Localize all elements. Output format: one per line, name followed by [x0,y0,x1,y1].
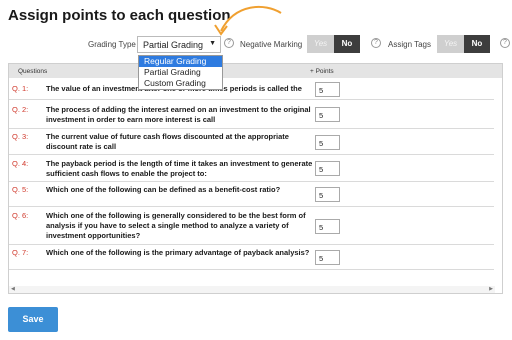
assign-tags-toggle[interactable]: Yes No [437,35,490,53]
question-text: Which one of the following is the primar… [46,248,310,257]
points-input[interactable]: 5 [315,135,340,150]
scroll-left-icon[interactable]: ◀ [11,286,15,292]
negative-marking-toggle[interactable]: Yes No [307,35,360,53]
points-input[interactable]: 5 [315,82,340,97]
scroll-right-icon[interactable]: ▶ [489,286,493,292]
table-header: Questions + Points [9,64,502,78]
points-input[interactable]: 5 [315,219,340,234]
question-number: Q. 4: [12,159,29,168]
horizontal-scrollbar[interactable]: ◀ ▶ [9,286,495,293]
dropdown-option-custom-grading[interactable]: Custom Grading [139,78,222,89]
question-text: The payback period is the length of time… [46,159,313,178]
negative-marking-label: Negative Marking [240,40,303,49]
table-row: Q. 4: The payback period is the length of… [9,155,494,182]
points-input[interactable]: 5 [315,161,340,176]
points-input[interactable]: 5 [315,107,340,122]
save-button[interactable]: Save [8,307,58,332]
points-input[interactable]: 5 [315,250,340,265]
table-row: Q. 1:The value of an investment after on… [9,78,494,100]
table-row: Q. 5: Which one of the following can be d… [9,182,494,207]
question-number: Q. 3: [12,132,29,141]
options-bar: Grading Type Partial Grading ▼ ? Negativ… [0,35,512,53]
question-number: Q. 2: [12,105,29,114]
page-title: Assign points to each question [8,7,231,24]
question-text: The process of adding the interest earne… [46,105,311,124]
help-icon[interactable]: ? [371,38,381,48]
toggle-no[interactable]: No [334,35,360,53]
column-header-points: + Points [310,68,334,75]
question-number: Q. 7: [12,248,29,257]
question-number: Q. 1: [12,84,29,93]
question-text: Which one of the following can be define… [46,185,281,194]
grading-type-select[interactable]: Partial Grading ▼ [137,36,221,53]
grading-type-dropdown: Regular Grading Partial Grading Custom G… [138,55,223,90]
table-row: Q. 3: The current value of future cash fl… [9,129,494,155]
grading-type-label: Grading Type [88,40,136,49]
question-number: Q. 6: [12,211,29,220]
dropdown-option-partial-grading[interactable]: Partial Grading [139,67,222,78]
toggle-yes[interactable]: Yes [437,35,464,53]
question-text: The current value of future cash flows d… [46,132,289,151]
column-header-questions: Questions [18,68,48,75]
dropdown-option-regular-grading[interactable]: Regular Grading [139,56,222,67]
assign-tags-label: Assign Tags [388,40,431,49]
grading-type-value: Partial Grading [143,40,204,50]
help-icon[interactable]: ? [224,38,234,48]
toggle-no[interactable]: No [464,35,490,53]
caret-down-icon: ▼ [209,40,216,47]
question-number: Q. 5: [12,185,29,194]
table-body: Q. 1:The value of an investment after on… [9,78,494,270]
points-input[interactable]: 5 [315,187,340,202]
help-icon[interactable]: ? [500,38,510,48]
toggle-yes[interactable]: Yes [307,35,334,53]
table-row: Q. 7: Which one of the following is the p… [9,245,494,270]
table-row: Q. 6: Which one of the following is gener… [9,207,494,245]
table-row: Q. 2: The process of adding the interest … [9,100,494,129]
questions-table: Questions + Points Q. 1: The value of an … [8,63,503,294]
question-text: Which one of the following is generally … [46,211,306,240]
